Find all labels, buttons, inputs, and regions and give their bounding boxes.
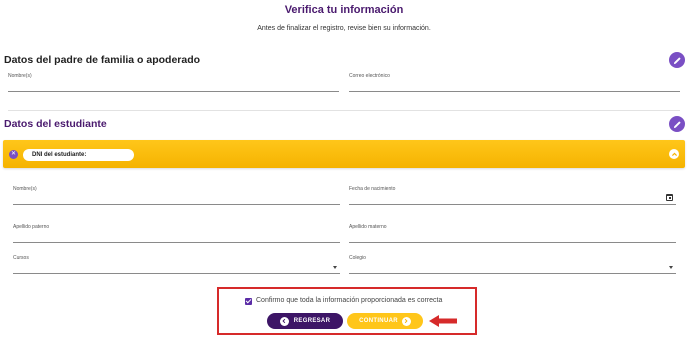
birthdate-label: Fecha de nacimiento	[349, 186, 396, 192]
parent-email-field[interactable]: Correo electrónico	[349, 73, 680, 92]
arrow-right-icon	[401, 316, 411, 326]
close-icon[interactable]: ✕	[9, 150, 18, 159]
school-label: Colegio	[349, 255, 366, 261]
caret-down-icon	[669, 266, 673, 269]
back-button[interactable]: REGRESAR	[267, 313, 343, 329]
courses-label: Cursos	[13, 255, 29, 261]
student-name-label: Nombre(s)	[13, 186, 37, 192]
maternal-surname-label: Apellido materno	[349, 224, 387, 230]
calendar-icon[interactable]	[666, 194, 673, 201]
dni-label: DNI del estudiante:	[23, 149, 134, 161]
confirm-checkbox[interactable]	[245, 298, 252, 305]
continue-button-label: CONTINUAR	[359, 318, 398, 324]
edit-parent-button[interactable]	[669, 52, 685, 68]
paternal-surname-label: Apellido paterno	[13, 224, 50, 230]
section-divider	[8, 110, 680, 111]
chevron-up-icon[interactable]	[669, 149, 679, 159]
pencil-icon	[673, 56, 681, 64]
continue-button[interactable]: CONTINUAR	[347, 313, 423, 329]
arrow-left-icon	[279, 316, 289, 326]
student-section-title: Datos del estudiante	[4, 118, 107, 130]
courses-select[interactable]: Cursos	[13, 255, 340, 274]
parent-section-title: Datos del padre de familia o apoderado	[4, 54, 201, 66]
pencil-icon	[673, 120, 681, 128]
student-dni-bar[interactable]: ✕ DNI del estudiante:	[3, 140, 685, 168]
parent-email-label: Correo electrónico	[349, 73, 390, 79]
maternal-surname-field[interactable]: Apellido materno	[349, 224, 676, 243]
caret-down-icon	[333, 266, 337, 269]
student-name-field[interactable]: Nombre(s)	[13, 186, 340, 205]
parent-name-label: Nombre(s)	[8, 73, 32, 79]
paternal-surname-field[interactable]: Apellido paterno	[13, 224, 340, 243]
back-button-label: REGRESAR	[293, 318, 331, 324]
red-arrow-annotation	[429, 315, 457, 327]
birthdate-field[interactable]: Fecha de nacimiento	[349, 186, 676, 205]
confirm-text: Confirmo que toda la información proporc…	[256, 297, 443, 304]
page-title: Verifica tu información	[284, 4, 404, 16]
school-select[interactable]: Colegio	[349, 255, 676, 274]
edit-student-button[interactable]	[669, 116, 685, 132]
parent-name-field[interactable]: Nombre(s)	[8, 73, 339, 92]
page-subtitle: Antes de finalizar el registro, revise b…	[257, 25, 431, 32]
